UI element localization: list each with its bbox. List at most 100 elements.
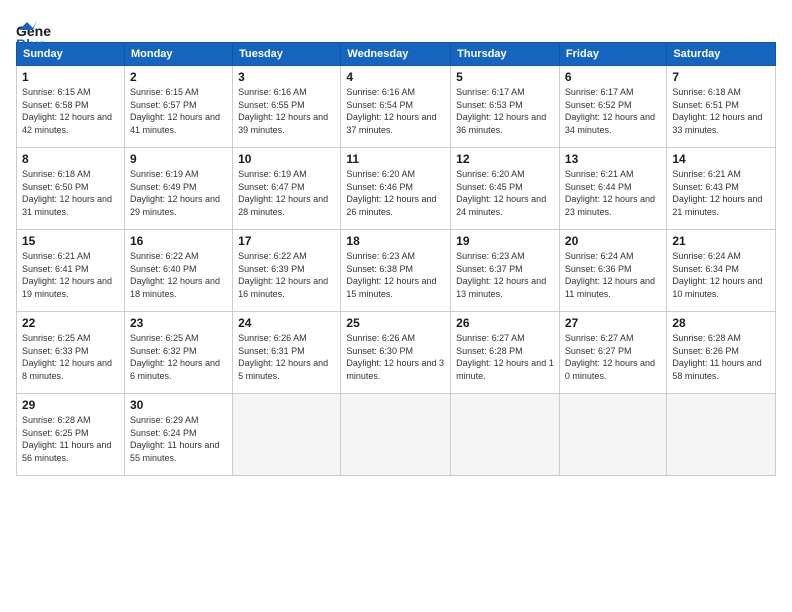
table-row: 17 Sunrise: 6:22 AMSunset: 6:39 PMDaylig…: [233, 230, 341, 312]
day-info: Sunrise: 6:21 AMSunset: 6:43 PMDaylight:…: [672, 169, 762, 217]
day-info: Sunrise: 6:25 AMSunset: 6:33 PMDaylight:…: [22, 333, 112, 381]
day-info: Sunrise: 6:17 AMSunset: 6:52 PMDaylight:…: [565, 87, 655, 135]
day-info: Sunrise: 6:21 AMSunset: 6:44 PMDaylight:…: [565, 169, 655, 217]
day-number: 24: [238, 316, 335, 330]
table-row: 6 Sunrise: 6:17 AMSunset: 6:52 PMDayligh…: [559, 66, 666, 148]
calendar-header-row: Sunday Monday Tuesday Wednesday Thursday…: [17, 43, 776, 66]
calendar-table: Sunday Monday Tuesday Wednesday Thursday…: [16, 42, 776, 476]
table-row: 20 Sunrise: 6:24 AMSunset: 6:36 PMDaylig…: [559, 230, 666, 312]
day-number: 11: [346, 152, 445, 166]
table-row: 3 Sunrise: 6:16 AMSunset: 6:55 PMDayligh…: [233, 66, 341, 148]
day-info: Sunrise: 6:15 AMSunset: 6:58 PMDaylight:…: [22, 87, 112, 135]
day-info: Sunrise: 6:23 AMSunset: 6:37 PMDaylight:…: [456, 251, 546, 299]
day-number: 3: [238, 70, 335, 84]
table-row: 19 Sunrise: 6:23 AMSunset: 6:37 PMDaylig…: [451, 230, 560, 312]
table-row: 8 Sunrise: 6:18 AMSunset: 6:50 PMDayligh…: [17, 148, 125, 230]
day-info: Sunrise: 6:26 AMSunset: 6:30 PMDaylight:…: [346, 333, 444, 381]
day-info: Sunrise: 6:24 AMSunset: 6:36 PMDaylight:…: [565, 251, 655, 299]
day-number: 17: [238, 234, 335, 248]
calendar-row: 15 Sunrise: 6:21 AMSunset: 6:41 PMDaylig…: [17, 230, 776, 312]
day-number: 7: [672, 70, 770, 84]
col-monday: Monday: [124, 43, 232, 66]
day-number: 5: [456, 70, 554, 84]
table-row: 11 Sunrise: 6:20 AMSunset: 6:46 PMDaylig…: [341, 148, 451, 230]
day-info: Sunrise: 6:18 AMSunset: 6:51 PMDaylight:…: [672, 87, 762, 135]
col-wednesday: Wednesday: [341, 43, 451, 66]
table-row: 27 Sunrise: 6:27 AMSunset: 6:27 PMDaylig…: [559, 312, 666, 394]
day-info: Sunrise: 6:22 AMSunset: 6:39 PMDaylight:…: [238, 251, 328, 299]
day-number: 20: [565, 234, 661, 248]
day-number: 30: [130, 398, 227, 412]
table-row: 28 Sunrise: 6:28 AMSunset: 6:26 PMDaylig…: [667, 312, 776, 394]
table-row: 16 Sunrise: 6:22 AMSunset: 6:40 PMDaylig…: [124, 230, 232, 312]
day-info: Sunrise: 6:24 AMSunset: 6:34 PMDaylight:…: [672, 251, 762, 299]
day-number: 4: [346, 70, 445, 84]
day-number: 1: [22, 70, 119, 84]
table-row: [233, 394, 341, 476]
calendar-row: 8 Sunrise: 6:18 AMSunset: 6:50 PMDayligh…: [17, 148, 776, 230]
day-info: Sunrise: 6:28 AMSunset: 6:25 PMDaylight:…: [22, 415, 111, 463]
table-row: 14 Sunrise: 6:21 AMSunset: 6:43 PMDaylig…: [667, 148, 776, 230]
day-number: 2: [130, 70, 227, 84]
calendar-row: 22 Sunrise: 6:25 AMSunset: 6:33 PMDaylig…: [17, 312, 776, 394]
table-row: 21 Sunrise: 6:24 AMSunset: 6:34 PMDaylig…: [667, 230, 776, 312]
table-row: 9 Sunrise: 6:19 AMSunset: 6:49 PMDayligh…: [124, 148, 232, 230]
day-info: Sunrise: 6:29 AMSunset: 6:24 PMDaylight:…: [130, 415, 219, 463]
day-info: Sunrise: 6:27 AMSunset: 6:27 PMDaylight:…: [565, 333, 655, 381]
day-number: 25: [346, 316, 445, 330]
day-info: Sunrise: 6:26 AMSunset: 6:31 PMDaylight:…: [238, 333, 328, 381]
day-number: 13: [565, 152, 661, 166]
table-row: [667, 394, 776, 476]
header: General Blue: [16, 16, 776, 32]
day-number: 15: [22, 234, 119, 248]
day-number: 19: [456, 234, 554, 248]
day-info: Sunrise: 6:23 AMSunset: 6:38 PMDaylight:…: [346, 251, 436, 299]
day-info: Sunrise: 6:17 AMSunset: 6:53 PMDaylight:…: [456, 87, 546, 135]
table-row: 2 Sunrise: 6:15 AMSunset: 6:57 PMDayligh…: [124, 66, 232, 148]
day-number: 18: [346, 234, 445, 248]
table-row: 18 Sunrise: 6:23 AMSunset: 6:38 PMDaylig…: [341, 230, 451, 312]
col-saturday: Saturday: [667, 43, 776, 66]
day-number: 29: [22, 398, 119, 412]
day-number: 27: [565, 316, 661, 330]
day-number: 21: [672, 234, 770, 248]
table-row: 12 Sunrise: 6:20 AMSunset: 6:45 PMDaylig…: [451, 148, 560, 230]
day-info: Sunrise: 6:27 AMSunset: 6:28 PMDaylight:…: [456, 333, 554, 381]
table-row: [451, 394, 560, 476]
table-row: 22 Sunrise: 6:25 AMSunset: 6:33 PMDaylig…: [17, 312, 125, 394]
page: General Blue Sunday Monday Tue: [0, 0, 792, 612]
table-row: 13 Sunrise: 6:21 AMSunset: 6:44 PMDaylig…: [559, 148, 666, 230]
calendar-body: 1 Sunrise: 6:15 AMSunset: 6:58 PMDayligh…: [17, 66, 776, 476]
table-row: [341, 394, 451, 476]
day-number: 28: [672, 316, 770, 330]
day-number: 6: [565, 70, 661, 84]
day-number: 10: [238, 152, 335, 166]
table-row: 10 Sunrise: 6:19 AMSunset: 6:47 PMDaylig…: [233, 148, 341, 230]
col-tuesday: Tuesday: [233, 43, 341, 66]
day-info: Sunrise: 6:20 AMSunset: 6:45 PMDaylight:…: [456, 169, 546, 217]
day-info: Sunrise: 6:16 AMSunset: 6:55 PMDaylight:…: [238, 87, 328, 135]
col-thursday: Thursday: [451, 43, 560, 66]
col-friday: Friday: [559, 43, 666, 66]
logo-bird-icon: [19, 20, 37, 32]
table-row: [559, 394, 666, 476]
day-info: Sunrise: 6:28 AMSunset: 6:26 PMDaylight:…: [672, 333, 761, 381]
day-number: 12: [456, 152, 554, 166]
day-number: 8: [22, 152, 119, 166]
table-row: 1 Sunrise: 6:15 AMSunset: 6:58 PMDayligh…: [17, 66, 125, 148]
calendar-row: 29 Sunrise: 6:28 AMSunset: 6:25 PMDaylig…: [17, 394, 776, 476]
day-info: Sunrise: 6:19 AMSunset: 6:47 PMDaylight:…: [238, 169, 328, 217]
table-row: 25 Sunrise: 6:26 AMSunset: 6:30 PMDaylig…: [341, 312, 451, 394]
day-info: Sunrise: 6:21 AMSunset: 6:41 PMDaylight:…: [22, 251, 112, 299]
calendar-row: 1 Sunrise: 6:15 AMSunset: 6:58 PMDayligh…: [17, 66, 776, 148]
table-row: 29 Sunrise: 6:28 AMSunset: 6:25 PMDaylig…: [17, 394, 125, 476]
table-row: 24 Sunrise: 6:26 AMSunset: 6:31 PMDaylig…: [233, 312, 341, 394]
day-info: Sunrise: 6:20 AMSunset: 6:46 PMDaylight:…: [346, 169, 436, 217]
day-info: Sunrise: 6:16 AMSunset: 6:54 PMDaylight:…: [346, 87, 436, 135]
day-number: 14: [672, 152, 770, 166]
logo: General Blue: [16, 16, 52, 32]
day-number: 26: [456, 316, 554, 330]
day-number: 22: [22, 316, 119, 330]
day-info: Sunrise: 6:25 AMSunset: 6:32 PMDaylight:…: [130, 333, 220, 381]
day-number: 23: [130, 316, 227, 330]
